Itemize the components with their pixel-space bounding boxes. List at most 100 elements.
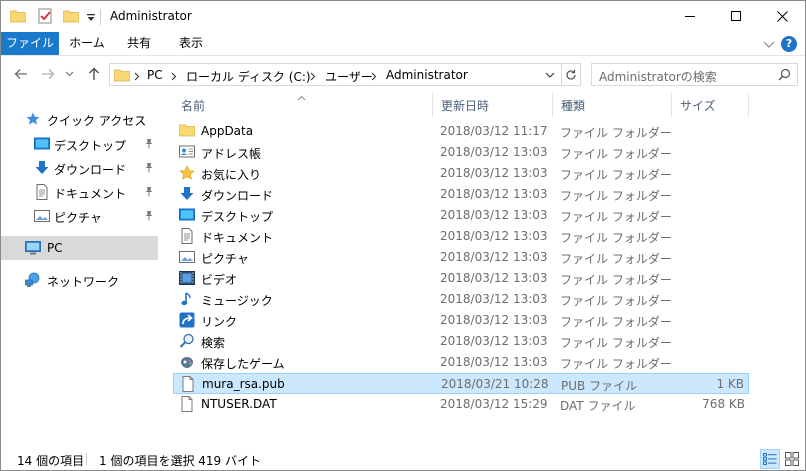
file-list: 名前 更新日時 種類 サイズ AppData 2018/03/12 11:17 ファ…: [165, 91, 805, 447]
file-type: DAT ファイル: [560, 399, 636, 413]
recent-locations-button[interactable]: [63, 65, 75, 83]
file-row[interactable]: mura_rsa.pub 2018/03/21 10:28 PUB ファイル 1 KB: [173, 373, 749, 394]
search-icon[interactable]: [778, 68, 791, 84]
customize-dropdown-icon[interactable]: [86, 12, 96, 26]
file-name: mura_rsa.pub: [202, 377, 285, 391]
file-row[interactable]: デスクトップ 2018/03/12 13:03 ファイル フォルダー: [173, 205, 749, 226]
quick-access-star-icon: [25, 111, 41, 127]
file-row[interactable]: ピクチャ 2018/03/12 13:03 ファイル フォルダー: [173, 247, 749, 268]
ribbon-tabs: ファイル ホーム 共有 表示 ?: [1, 32, 805, 56]
address-row: PC ローカル ディスク (C:) ユーザー Administrator Adm…: [1, 57, 805, 91]
contacts-icon: [179, 144, 195, 160]
refresh-button[interactable]: [561, 63, 581, 86]
file-date: 2018/03/12 13:03: [440, 355, 548, 369]
chevron-down-icon: [545, 72, 555, 78]
address-bar[interactable]: PC ローカル ディスク (C:) ユーザー Administrator: [109, 63, 581, 86]
music-note-icon: [179, 291, 195, 307]
breadcrumb-users[interactable]: ユーザー: [325, 68, 373, 85]
links-icon: [179, 312, 195, 328]
tab-share[interactable]: 共有: [115, 32, 163, 55]
up-button[interactable]: [85, 65, 103, 83]
pin-icon[interactable]: [144, 138, 154, 152]
column-header-size[interactable]: サイズ: [672, 91, 749, 117]
file-row[interactable]: 保存したゲーム 2018/03/12 13:03 ファイル フォルダー: [173, 352, 749, 373]
breadcrumb-chevron-icon[interactable]: [134, 70, 140, 84]
breadcrumb-administrator[interactable]: Administrator: [386, 68, 468, 82]
help-icon[interactable]: ?: [781, 36, 797, 52]
breadcrumb-chevron-icon[interactable]: [371, 70, 377, 84]
file-row[interactable]: 検索 2018/03/12 13:03 ファイル フォルダー: [173, 331, 749, 352]
file-date: 2018/03/12 13:03: [440, 271, 548, 285]
file-date: 2018/03/12 13:03: [440, 313, 548, 327]
new-folder-icon[interactable]: [62, 9, 80, 23]
column-header-name[interactable]: 名前: [173, 91, 433, 117]
column-header-date[interactable]: 更新日時: [433, 91, 553, 117]
close-button[interactable]: [759, 1, 805, 31]
search-placeholder: Administratorの検索: [599, 70, 717, 84]
file-name: ミュージック: [201, 294, 273, 308]
folder-icon[interactable]: [9, 9, 27, 23]
status-item-count: 14 個の項目: [17, 454, 85, 468]
file-row[interactable]: ダウンロード 2018/03/12 13:03 ファイル フォルダー: [173, 184, 749, 205]
file-name: リンク: [201, 315, 238, 329]
breadcrumb-chevron-icon[interactable]: [171, 70, 177, 84]
expand-ribbon-chevron-icon[interactable]: [763, 38, 775, 52]
computer-monitor-icon: [25, 240, 41, 256]
minimize-button[interactable]: [667, 1, 713, 31]
file-name: 検索: [201, 336, 226, 350]
file-date: 2018/03/12 13:03: [440, 187, 548, 201]
file-type: ファイル フォルダー: [560, 294, 672, 308]
pin-icon[interactable]: [144, 162, 154, 176]
tab-file[interactable]: ファイル: [1, 32, 59, 55]
nav-network[interactable]: ネットワーク: [1, 269, 158, 291]
file-name: AppData: [201, 124, 254, 138]
network-icon: [25, 272, 41, 288]
file-icon: [180, 376, 196, 392]
refresh-icon: [566, 69, 576, 80]
file-row[interactable]: リンク 2018/03/12 13:03 ファイル フォルダー: [173, 310, 749, 331]
nav-label: PC: [47, 241, 63, 255]
file-date: 2018/03/21 10:28: [441, 377, 549, 391]
file-type: ファイル フォルダー: [560, 336, 672, 350]
file-row[interactable]: アドレス帳 2018/03/12 13:03 ファイル フォルダー: [173, 142, 749, 163]
forward-button[interactable]: [39, 65, 57, 83]
file-row[interactable]: ビデオ 2018/03/12 13:03 ファイル フォルダー: [173, 268, 749, 289]
file-date: 2018/03/12 13:03: [440, 229, 548, 243]
nav-label: ピクチャ: [54, 211, 102, 225]
file-row[interactable]: AppData 2018/03/12 11:17 ファイル フォルダー: [173, 121, 749, 142]
nav-quick-access[interactable]: クイック アクセス: [1, 108, 158, 130]
searches-icon: [179, 333, 195, 349]
file-row[interactable]: ミュージック 2018/03/12 13:03 ファイル フォルダー: [173, 289, 749, 310]
nav-quick-desktop[interactable]: デスクトップ: [1, 133, 158, 155]
breadcrumb-pc[interactable]: PC: [147, 68, 163, 82]
column-header-type[interactable]: 種類: [553, 91, 672, 117]
file-date: 2018/03/12 13:03: [440, 250, 548, 264]
file-row[interactable]: ドキュメント 2018/03/12 13:03 ファイル フォルダー: [173, 226, 749, 247]
pin-icon[interactable]: [144, 210, 154, 224]
saved-games-icon: [179, 354, 195, 370]
breadcrumb-chevron-icon[interactable]: [310, 70, 316, 84]
tab-view[interactable]: 表示: [167, 32, 215, 55]
address-history-dropdown[interactable]: [541, 63, 559, 86]
nav-label: デスクトップ: [54, 139, 127, 153]
file-row[interactable]: NTUSER.DAT 2018/03/12 15:29 DAT ファイル 768 KB: [173, 394, 749, 415]
pin-icon[interactable]: [144, 186, 154, 200]
details-view-button[interactable]: [760, 449, 780, 469]
file-type: ファイル フォルダー: [560, 210, 672, 224]
nav-pc[interactable]: PC: [1, 236, 158, 260]
documents-icon: [179, 228, 195, 244]
search-box[interactable]: Administratorの検索: [591, 63, 798, 86]
file-type: ファイル フォルダー: [560, 231, 672, 245]
tab-home[interactable]: ホーム: [63, 32, 111, 55]
properties-checkmark-icon[interactable]: [37, 8, 53, 24]
nav-quick-documents[interactable]: ドキュメント: [1, 181, 158, 203]
large-icons-view-button[interactable]: [782, 449, 802, 469]
maximize-button[interactable]: [713, 1, 759, 31]
nav-quick-downloads[interactable]: ダウンロード: [1, 157, 158, 179]
nav-quick-pictures[interactable]: ピクチャ: [1, 205, 158, 227]
chevron-down-icon: [65, 71, 73, 77]
breadcrumb-local-disk[interactable]: ローカル ディスク (C:): [186, 68, 311, 85]
back-button[interactable]: [12, 65, 30, 83]
title-separator: [100, 9, 101, 25]
file-row[interactable]: お気に入り 2018/03/12 13:03 ファイル フォルダー: [173, 163, 749, 184]
